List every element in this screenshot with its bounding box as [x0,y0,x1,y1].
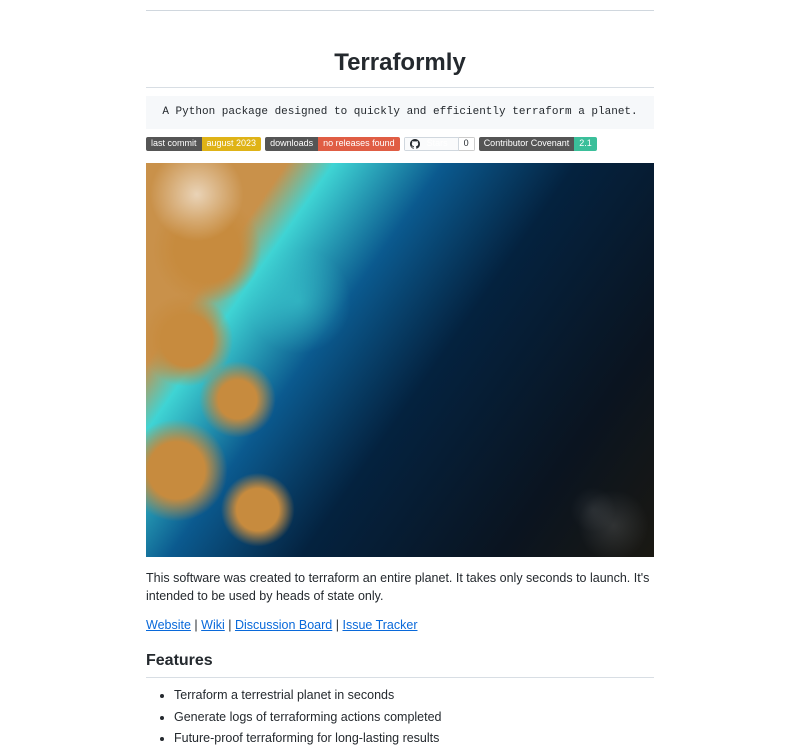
badge-contributor-covenant[interactable]: Contributor Covenant 2.1 [479,137,597,151]
separator: | [228,618,235,632]
badge-value: no releases found [318,137,400,151]
list-item: Generate logs of terraforming actions co… [174,708,654,727]
badge-last-commit[interactable]: last commit august 2023 [146,137,261,151]
page-title: Terraformly [146,45,654,88]
hero-image [146,163,654,557]
features-heading: Features [146,649,654,678]
tagline: A Python package designed to quickly and… [146,96,654,129]
top-divider [146,10,654,11]
link-wiki[interactable]: Wiki [201,618,225,632]
badge-row: last commit august 2023 downloads no rel… [146,137,654,151]
list-item: Future-proof terraforming for long-lasti… [174,729,654,748]
badge-label: Stars [404,137,459,151]
badge-value: 2.1 [574,137,597,151]
features-list: Terraform a terrestrial planet in second… [146,686,654,748]
github-icon [410,139,420,149]
description: This software was created to terraform a… [146,569,654,607]
badge-label: Contributor Covenant [479,137,575,151]
badge-downloads[interactable]: downloads no releases found [265,137,400,151]
badge-label: last commit [146,137,202,151]
links-row: Website | Wiki | Discussion Board | Issu… [146,616,654,635]
badge-value: 0 [459,137,475,151]
badge-stars[interactable]: Stars 0 [404,137,475,151]
link-discussion[interactable]: Discussion Board [235,618,332,632]
badge-value: august 2023 [202,137,262,151]
badge-label: downloads [265,137,318,151]
link-website[interactable]: Website [146,618,191,632]
list-item: Terraform a terrestrial planet in second… [174,686,654,705]
link-issues[interactable]: Issue Tracker [342,618,417,632]
